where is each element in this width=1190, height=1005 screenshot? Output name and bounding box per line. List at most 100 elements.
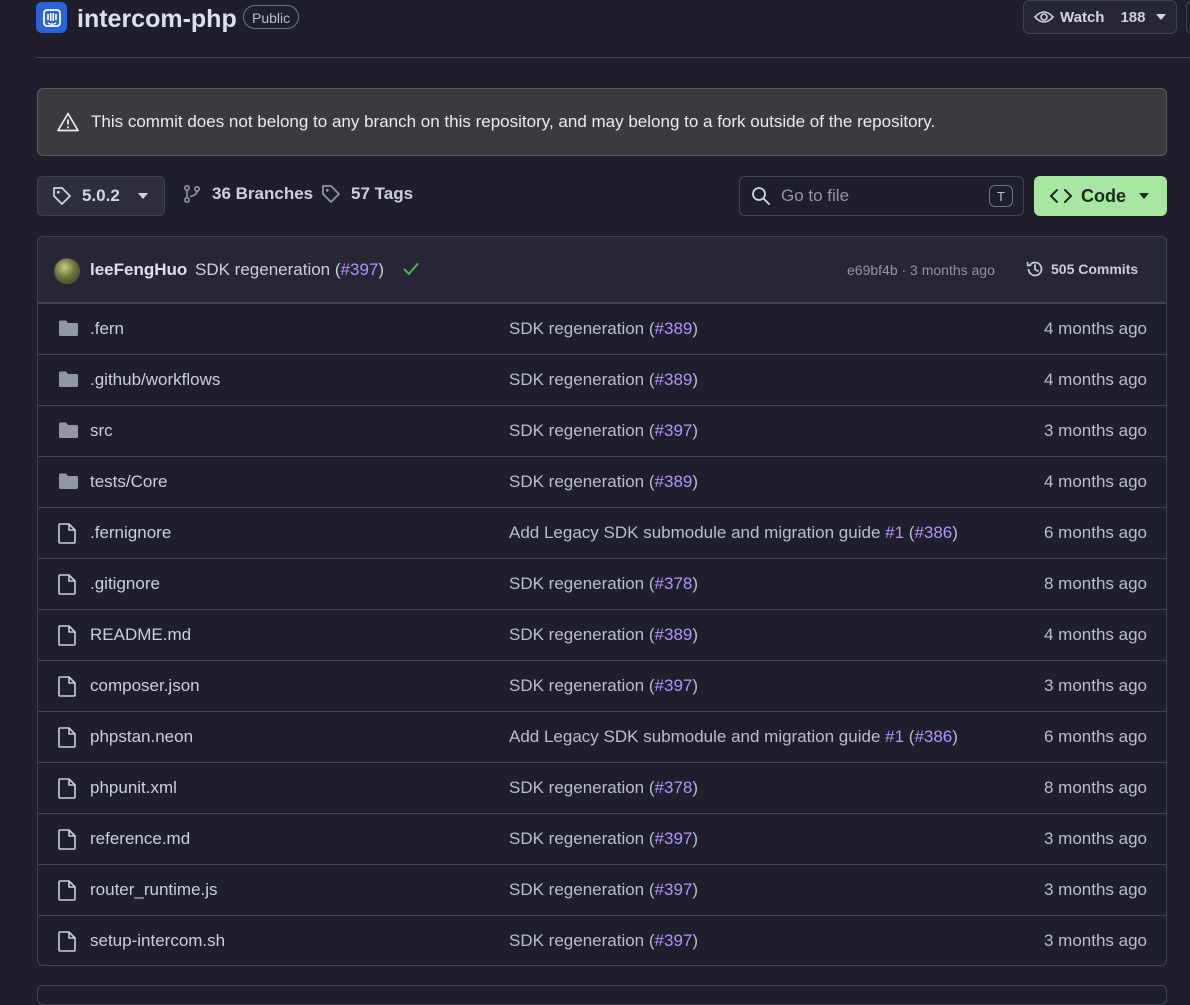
pr-link[interactable]: #386 <box>914 727 952 746</box>
commit-message-text: SDK regeneration ( <box>509 880 655 899</box>
file-row[interactable]: router_runtime.js SDK regeneration (#397)… <box>38 864 1166 915</box>
commit-message[interactable]: SDK regeneration (#378) <box>509 574 698 594</box>
commit-message-text: SDK regeneration ( <box>509 421 655 440</box>
commit-message[interactable]: Add Legacy SDK submodule and migration g… <box>509 523 958 543</box>
file-name[interactable]: router_runtime.js <box>90 880 218 900</box>
branch-select-button[interactable]: 5.0.2 <box>37 176 165 216</box>
file-name[interactable]: .gitignore <box>90 574 160 594</box>
commit-message[interactable]: SDK regeneration (#389) <box>509 319 698 339</box>
file-name[interactable]: .fernignore <box>90 523 171 543</box>
check-icon[interactable] <box>403 262 419 276</box>
file-name[interactable]: .github/workflows <box>90 370 220 390</box>
commit-message-suffix: ) <box>692 370 699 389</box>
commit-message[interactable]: SDK regeneration (#397) <box>509 421 698 441</box>
file-row[interactable]: composer.json SDK regeneration (#397) 3 mo… <box>38 660 1166 711</box>
pr-link[interactable]: #397 <box>655 880 693 899</box>
file-name[interactable]: README.md <box>90 625 191 645</box>
commit-message[interactable]: SDK regeneration (#397) <box>195 260 384 280</box>
file-row[interactable]: .fern SDK regeneration (#389) 4 months ago <box>38 303 1166 354</box>
intercom-logo-icon[interactable] <box>36 2 67 33</box>
commit-message-suffix: ) <box>692 880 699 899</box>
chevron-down-icon <box>1139 193 1149 199</box>
pr-link[interactable]: #397 <box>655 676 693 695</box>
pr-link[interactable]: #389 <box>655 370 693 389</box>
commit-message-suffix: ) <box>692 319 699 338</box>
file-name[interactable]: tests/Core <box>90 472 167 492</box>
file-icon <box>58 574 76 595</box>
watch-label: Watch <box>1060 8 1105 26</box>
pr-link[interactable]: #389 <box>655 472 693 491</box>
code-icon <box>1050 188 1072 204</box>
watch-count: 188 <box>1120 8 1146 26</box>
repo-name[interactable]: intercom-php <box>77 4 237 34</box>
file-row[interactable]: reference.md SDK regeneration (#397) 3 mon… <box>38 813 1166 864</box>
pr-link[interactable]: #1 <box>885 523 904 542</box>
commit-message[interactable]: Add Legacy SDK submodule and migration g… <box>509 727 958 747</box>
file-row[interactable]: README.md SDK regeneration (#389) 4 months… <box>38 609 1166 660</box>
commit-message-suffix: ) <box>692 574 699 593</box>
file-name[interactable]: phpstan.neon <box>90 727 193 747</box>
search-icon <box>751 186 771 206</box>
file-row[interactable]: phpunit.xml SDK regeneration (#378) 8 mont… <box>38 762 1166 813</box>
chevron-down-icon[interactable] <box>1156 14 1166 20</box>
pr-link[interactable]: #397 <box>655 931 693 950</box>
file-row[interactable]: src SDK regeneration (#397) 3 months ago <box>38 405 1166 456</box>
watch-button[interactable]: Watch 188 <box>1023 0 1177 34</box>
commit-message-text: SDK regeneration ( <box>195 260 341 279</box>
code-button[interactable]: Code <box>1034 176 1167 216</box>
avatar[interactable] <box>54 258 80 284</box>
pr-link[interactable]: #389 <box>655 625 693 644</box>
commit-message[interactable]: SDK regeneration (#397) <box>509 880 698 900</box>
tags-label: 57 Tags <box>351 184 414 203</box>
alert-icon <box>57 112 79 132</box>
pr-link[interactable]: #389 <box>655 319 693 338</box>
go-to-file-input[interactable]: Go to file T <box>739 176 1024 216</box>
header-divider <box>36 57 1190 58</box>
commit-message[interactable]: SDK regeneration (#378) <box>509 778 698 798</box>
file-name[interactable]: composer.json <box>90 676 200 696</box>
file-name[interactable]: reference.md <box>90 829 190 849</box>
commit-time: 6 months ago <box>1043 523 1147 542</box>
branches-link[interactable]: 36 Branches <box>182 184 313 204</box>
branches-label: 36 Branches <box>212 184 314 203</box>
pr-link[interactable]: #397 <box>655 421 693 440</box>
file-row[interactable]: phpstan.neon Add Legacy SDK submodule and… <box>38 711 1166 762</box>
keyboard-shortcut: T <box>989 185 1013 207</box>
file-icon <box>58 880 76 901</box>
fork-button[interactable] <box>1186 0 1190 34</box>
commit-message[interactable]: SDK regeneration (#397) <box>509 676 698 696</box>
commit-time: 4 months ago <box>1043 319 1147 338</box>
tag-icon <box>321 184 341 204</box>
commit-message[interactable]: SDK regeneration (#389) <box>509 472 698 492</box>
commit-message[interactable]: SDK regeneration (#389) <box>509 370 698 390</box>
pr-link[interactable]: #378 <box>655 778 693 797</box>
commit-author[interactable]: leeFengHuo <box>90 260 187 280</box>
file-row[interactable]: setup-intercom.sh SDK regeneration (#397)… <box>38 915 1166 965</box>
branch-label: 5.0.2 <box>82 186 120 205</box>
file-name[interactable]: phpunit.xml <box>90 778 177 798</box>
tags-link[interactable]: 57 Tags <box>321 184 413 204</box>
commits-history-link[interactable]: 505 Commits <box>1025 259 1138 279</box>
file-icon <box>58 523 76 544</box>
pr-link[interactable]: #397 <box>655 829 693 848</box>
file-table: leeFengHuo SDK regeneration (#397) e69bf… <box>37 236 1167 966</box>
pr-link[interactable]: #1 <box>885 727 904 746</box>
commit-meta[interactable]: e69bf4b · 3 months ago <box>847 262 995 278</box>
commit-message-suffix: ) <box>692 829 699 848</box>
commit-time: 4 months ago <box>1043 370 1147 389</box>
commit-message[interactable]: SDK regeneration (#397) <box>509 931 698 951</box>
commit-message[interactable]: SDK regeneration (#389) <box>509 625 698 645</box>
file-name[interactable]: .fern <box>90 319 124 339</box>
file-name[interactable]: src <box>90 421 113 441</box>
commit-pr-link[interactable]: #397 <box>341 260 379 279</box>
commit-message-text: SDK regeneration ( <box>509 625 655 644</box>
file-name[interactable]: setup-intercom.sh <box>90 931 225 951</box>
file-row[interactable]: .fernignore Add Legacy SDK submodule and … <box>38 507 1166 558</box>
commit-message[interactable]: SDK regeneration (#397) <box>509 829 698 849</box>
pr-link[interactable]: #378 <box>655 574 693 593</box>
commit-time: 3 months ago <box>1043 931 1147 950</box>
file-row[interactable]: .gitignore SDK regeneration (#378) 8 month… <box>38 558 1166 609</box>
file-row[interactable]: .github/workflows SDK regeneration (#389)… <box>38 354 1166 405</box>
pr-link[interactable]: #386 <box>914 523 952 542</box>
file-row[interactable]: tests/Core SDK regeneration (#389) 4 month… <box>38 456 1166 507</box>
